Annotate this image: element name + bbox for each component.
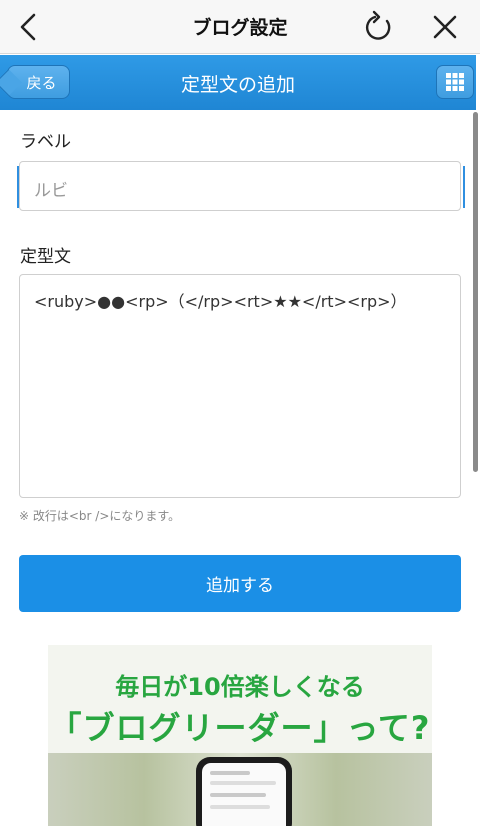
screen-line: [210, 781, 276, 785]
screen-line: [210, 793, 266, 797]
page-title: ブログ設定: [192, 17, 288, 39]
label-heading: ラベル: [20, 132, 71, 152]
label-input-value: ルビ: [34, 181, 68, 201]
template-heading: 定型文: [20, 247, 71, 267]
promo-banner[interactable]: 毎日が10倍楽しくなる 「ブログリーダー」って?: [48, 645, 432, 826]
grid-menu-icon: [446, 73, 464, 91]
line-break-hint: ※ 改行は<br />になります。: [19, 509, 181, 523]
top-navigation-bar: ブログ設定: [0, 0, 480, 54]
label-input[interactable]: ルビ: [17, 161, 465, 211]
focus-indicator-right: [463, 166, 465, 208]
screen-line: [210, 771, 250, 775]
banner-headline: 毎日が10倍楽しくなる: [115, 673, 365, 701]
section-title: 定型文の追加: [180, 74, 295, 96]
screen-line: [210, 805, 270, 809]
phone-screen: [202, 763, 286, 826]
close-icon[interactable]: [428, 10, 462, 44]
add-button[interactable]: 追加する: [19, 555, 461, 612]
reload-icon[interactable]: [362, 10, 396, 44]
grid-menu-button[interactable]: [436, 65, 474, 99]
banner-title: 「ブログリーダー」って?: [49, 709, 431, 747]
template-textarea-value: <ruby>●●<rp>（</rp><rt>★★</rt><rp>）: [34, 292, 407, 311]
section-header: 戻る 定型文の追加: [0, 55, 476, 110]
phone-illustration: [196, 757, 292, 826]
focus-indicator: [17, 166, 19, 208]
add-button-label: 追加する: [206, 576, 274, 596]
scrollbar[interactable]: [473, 112, 478, 472]
template-textarea[interactable]: <ruby>●●<rp>（</rp><rt>★★</rt><rp>）: [19, 274, 461, 498]
